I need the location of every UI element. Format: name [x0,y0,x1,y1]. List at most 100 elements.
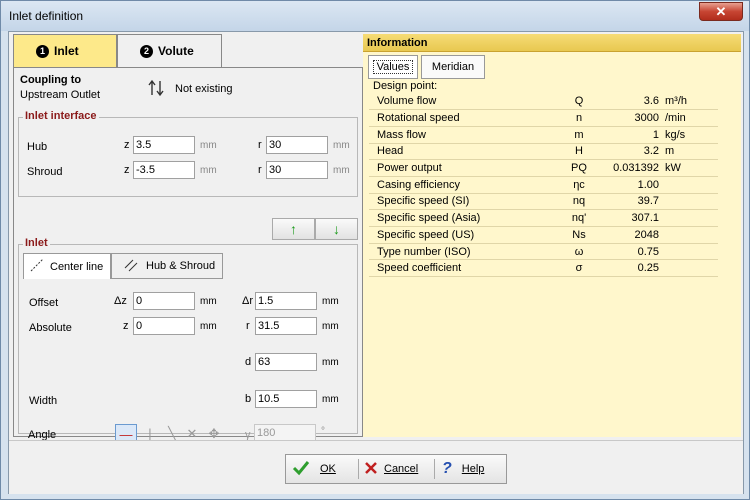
unit-label: mm [200,321,217,332]
unit-label: mm [322,394,339,405]
row-unit: kg/s [659,126,718,144]
inlet-interface-title: Inlet interface [23,110,99,122]
absolute-r-input[interactable] [255,317,317,335]
row-name: Specific speed (US) [369,226,559,244]
center-line-icon [30,258,44,275]
row-symbol: m [559,126,599,144]
row-name: Volume flow [369,93,559,111]
unit-label: mm [333,140,350,151]
unit-label: mm [200,296,217,307]
diameter-symbol: d [245,356,252,368]
table-row: Rotational speed n 3000/min [369,109,718,127]
row-unit: kW [659,159,718,177]
row-name: Specific speed (SI) [369,193,559,211]
table-row: Type number (ISO) ω 0.75 [369,243,718,261]
width-b-symbol: b [245,393,252,405]
row-name: Rotational speed [369,109,559,127]
hub-r-input[interactable] [266,136,328,154]
row-symbol: nq [559,193,599,211]
offset-dr-input[interactable] [255,292,317,310]
table-row: Speed coefficient σ 0.25 [369,259,718,278]
row-unit: m³/h [659,93,718,111]
x-icon [364,461,378,478]
shroud-r-symbol: r [258,164,262,176]
title-bar: Inlet definition ✕ [1,1,749,31]
close-button[interactable]: ✕ [699,2,743,21]
row-value: 3000 [599,109,659,127]
shroud-z-input[interactable] [133,161,195,179]
offset-label: Offset [29,297,59,309]
row-value: 1.00 [599,176,659,194]
table-row: Volume flow Q 3.6 m³/h [369,93,718,111]
row-unit: m [659,143,718,161]
tab-label: Volute [158,44,194,58]
hub-z-input[interactable] [133,136,195,154]
button-group: OK Cancel ? Help [285,454,507,484]
shroud-r-input[interactable] [266,161,328,179]
row-value: 3.6 [599,93,659,111]
inlet-group: Inlet Center line Hub & Shroud Offset Δz… [18,237,358,434]
absolute-label: Absolute [29,322,72,334]
row-unit [659,243,718,261]
subtab-label: Hub & Shroud [146,260,216,272]
subtab-center-line[interactable]: Center line [23,253,111,279]
row-value: 1 [599,126,659,144]
width-input[interactable] [255,390,317,408]
inlet-title: Inlet [23,237,50,249]
help-button[interactable]: ? Help [442,455,502,483]
row-name: Speed coefficient [369,259,559,278]
hub-label: Hub [27,141,48,153]
tab-label: Meridian [431,61,475,73]
dialog-window: Inlet definition ✕ 1 Inlet 2 Volute Coup… [0,0,750,500]
unit-label: mm [322,357,339,368]
shroud-label: Shroud [27,166,63,178]
row-unit [659,259,718,278]
tab-number-badge: 1 [36,44,49,58]
move-down-button[interactable]: ↓ [315,218,358,240]
tab-values[interactable]: Values [368,55,418,79]
values-body: Design point: Volume flow Q 3.6 m³/h Rotatio… [369,80,718,436]
tab-meridian[interactable]: Meridian [421,55,485,79]
offset-dz-symbol: Δz [114,295,127,307]
inlet-interface-group: Inlet interface Hub z mm r mm Shroud z m… [18,110,358,197]
row-symbol: H [559,143,599,161]
row-unit [659,193,718,211]
tab-volute[interactable]: 2 Volute [117,34,222,67]
diameter-input[interactable] [255,353,317,371]
row-symbol: n [559,109,599,127]
ok-button[interactable]: OK [292,455,354,483]
subtab-label: Center line [50,260,104,273]
table-row: Mass flow m 1 kg/s [369,126,718,144]
design-point-label: Design point: [373,80,438,92]
divider [434,459,435,479]
unit-label: mm [200,140,217,151]
row-unit [659,176,718,194]
row-value: 39.7 [599,193,659,211]
swap-arrows-icon[interactable] [147,78,169,98]
question-icon: ? [442,460,452,477]
information-header: Information [363,34,741,52]
row-name: Specific speed (Asia) [369,209,559,227]
row-unit: /min [659,109,718,127]
row-symbol: Ns [559,226,599,244]
coupling-sublabel: Upstream Outlet [20,89,101,101]
move-up-button[interactable]: ↑ [272,218,315,240]
row-symbol: PQ [559,159,599,177]
unit-label: ° [321,426,325,437]
absolute-z-input[interactable] [133,317,195,335]
tab-inlet[interactable]: 1 Inlet [13,34,117,67]
width-label: Width [29,395,58,407]
table-row: Casing efficiency ηc 1.00 [369,176,718,194]
row-value: 0.031392 [599,159,659,177]
window-title: Inlet definition [9,9,84,23]
offset-dz-input[interactable] [133,292,195,310]
subtab-hub-shroud[interactable]: Hub & Shroud [111,253,223,279]
hub-shroud-icon [124,258,138,275]
absolute-z-symbol: z [123,320,129,332]
table-row: Specific speed (Asia) nq' 307.1 [369,209,718,227]
table-row: Power output PQ 0.031392 kW [369,159,718,177]
row-value: 307.1 [599,209,659,227]
left-panel: 1 Inlet 2 Volute Coupling to Upstream Ou… [11,34,363,446]
row-value: 2048 [599,226,659,244]
cancel-button[interactable]: Cancel [364,455,430,483]
